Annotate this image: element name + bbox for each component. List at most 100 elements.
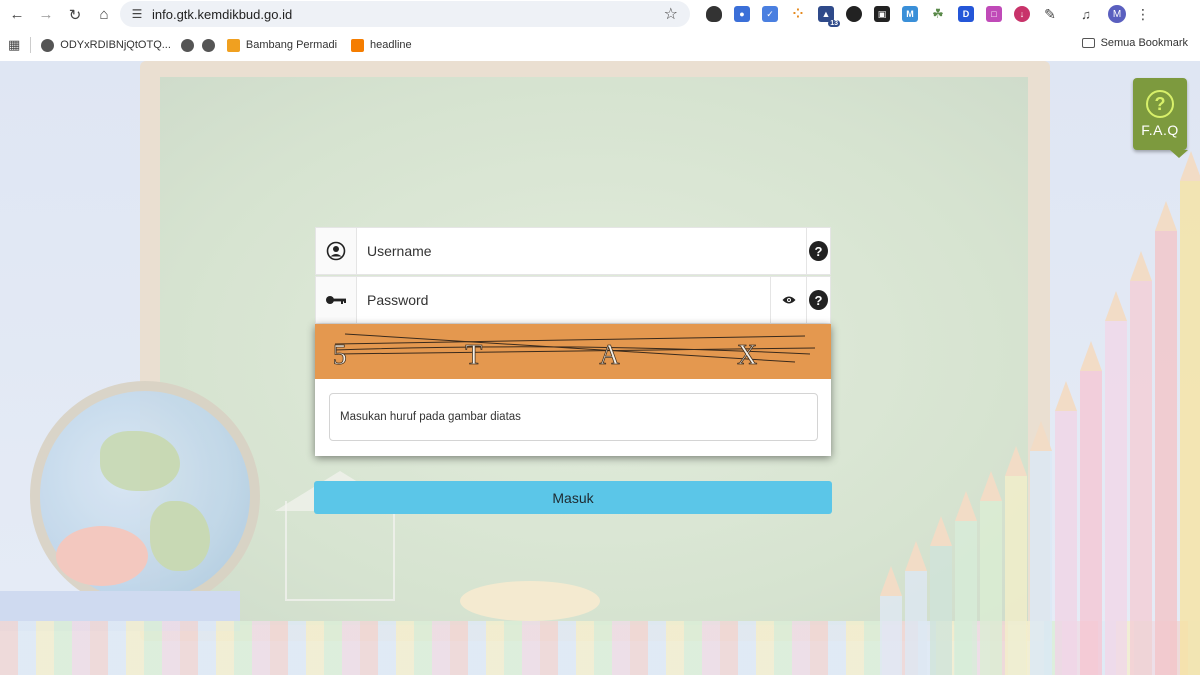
username-input[interactable] xyxy=(357,228,806,274)
folder-icon xyxy=(1081,38,1095,48)
bookmark-star-icon[interactable]: ☆ xyxy=(664,4,678,24)
extensions-row: ● ✓ ⁘ ▲ 13 ▣ M ☘ D □ ↓ ✎ ♫ M ⋮ xyxy=(700,2,1150,27)
extension-icon-orange[interactable] xyxy=(846,6,862,22)
bookmark-item-3[interactable] xyxy=(201,38,221,52)
all-bookmarks-label: Semua Bookmark xyxy=(1100,37,1188,49)
faq-tail xyxy=(1170,150,1188,158)
pencil-tip xyxy=(880,566,902,596)
pencil-body xyxy=(930,546,952,675)
browser-menu-icon[interactable]: ⋮ xyxy=(1136,6,1150,23)
pencil-tip xyxy=(930,516,952,546)
pencil-tip xyxy=(1055,381,1077,411)
pencil-illustration xyxy=(1030,421,1052,675)
extension-icon-d[interactable]: D xyxy=(958,6,974,22)
pencil-tip xyxy=(955,491,977,521)
media-control-icon[interactable]: ♫ xyxy=(1078,6,1094,22)
pencil-body xyxy=(1030,451,1052,675)
extension-icon-pink[interactable]: □ xyxy=(986,6,1002,22)
faq-button[interactable]: ? F.A.Q xyxy=(1133,78,1187,150)
wood-illustration xyxy=(460,581,600,621)
extensions-puzzle-icon[interactable]: ✎ xyxy=(1042,6,1058,22)
password-input[interactable] xyxy=(357,277,770,323)
bookmark-label: headline xyxy=(370,39,412,51)
globe-continent xyxy=(100,431,180,491)
bookmarks-bar: ▦ ODYxRDIBNjQtOTQ... Bambang Permadi hea… xyxy=(0,29,1200,61)
pencil-tip xyxy=(1155,201,1177,231)
toggle-password-visibility[interactable] xyxy=(770,277,806,323)
pencil-body xyxy=(880,596,902,675)
apps-grid-icon[interactable]: ▦ xyxy=(8,37,20,53)
pencil-body xyxy=(1055,411,1077,675)
username-help[interactable]: ? xyxy=(806,228,830,274)
pencil-body xyxy=(1005,476,1027,675)
url-text[interactable]: info.gtk.kemdikbud.go.id xyxy=(152,7,292,22)
all-bookmarks[interactable]: Semua Bookmark xyxy=(1081,37,1188,49)
pencil-body xyxy=(1155,231,1177,675)
pencil-illustration xyxy=(980,471,1002,675)
house-drawing xyxy=(285,501,395,601)
globe-continent xyxy=(150,501,210,571)
browser-toolbar: ← → ↻ ⌂ ☰ info.gtk.kemdikbud.go.id ☆ ● ✓… xyxy=(0,0,1200,29)
extension-icon-m[interactable]: M xyxy=(902,6,918,22)
bookmark-item-2[interactable] xyxy=(180,38,200,52)
pencil-tip xyxy=(1130,251,1152,281)
extension-icon-blue[interactable]: ● xyxy=(734,6,750,22)
bookmarks-separator xyxy=(30,37,32,53)
pencil-tip xyxy=(1080,341,1102,371)
password-help[interactable]: ? xyxy=(806,277,830,323)
pencil-body xyxy=(1080,371,1102,675)
globe-icon xyxy=(41,38,55,52)
captcha-text: 5 T A X xyxy=(333,340,813,371)
pencil-illustration xyxy=(1005,446,1027,675)
pencil-illustration xyxy=(930,516,952,675)
question-icon: ? xyxy=(809,241,828,261)
download-extension-icon[interactable]: ↓ xyxy=(1014,6,1030,22)
site-logo-icon xyxy=(226,38,240,52)
key-icon xyxy=(316,277,357,323)
rss-extension-icon[interactable]: ⁘ xyxy=(790,6,806,22)
forward-icon[interactable]: → xyxy=(34,3,58,27)
pencil-illustration xyxy=(955,491,977,675)
captcha-card: 5 T A X xyxy=(315,324,831,456)
bookmark-item-4[interactable]: Bambang Permadi xyxy=(226,38,338,52)
extension-icon-link[interactable]: ✓ xyxy=(762,6,778,22)
shield-extension-icon[interactable] xyxy=(706,6,722,22)
pencil-body xyxy=(1180,181,1200,675)
extension-icon-dark[interactable]: ▣ xyxy=(874,6,890,22)
bookmark-label: Bambang Permadi xyxy=(245,39,338,51)
user-icon xyxy=(316,228,357,274)
reload-icon[interactable]: ↻ xyxy=(63,3,87,27)
home-icon[interactable]: ⌂ xyxy=(92,3,116,27)
pencil-illustration xyxy=(1105,291,1127,675)
login-button[interactable]: Masuk xyxy=(314,481,832,514)
site-info-icon[interactable]: ☰ xyxy=(124,7,150,21)
pencil-illustration xyxy=(1180,151,1200,675)
pencil-tip xyxy=(1105,291,1127,321)
bookmark-item-1[interactable]: ODYxRDIBNjQtOTQ... xyxy=(41,38,171,52)
pencil-illustration xyxy=(880,566,902,675)
pencil-body xyxy=(1130,281,1152,675)
globe-icon xyxy=(180,38,194,52)
question-icon: ? xyxy=(809,290,828,310)
profile-avatar[interactable]: M xyxy=(1108,5,1126,23)
pencil-illustration xyxy=(1055,381,1077,675)
address-bar[interactable]: ☰ info.gtk.kemdikbud.go.id ☆ xyxy=(120,1,690,27)
extension-icon-turtle[interactable]: ☘ xyxy=(930,6,946,22)
extension-icon-badge[interactable]: ▲ 13 xyxy=(818,6,840,27)
pencil-tip xyxy=(905,541,927,571)
pencil-body xyxy=(955,521,977,675)
pencil-tip xyxy=(980,471,1002,501)
captcha-input[interactable] xyxy=(329,393,818,441)
pencil-illustration xyxy=(1080,341,1102,675)
pencil-illustration xyxy=(905,541,927,675)
extension-badge: 13 xyxy=(828,20,840,27)
pencil-body xyxy=(980,501,1002,675)
eye-icon xyxy=(782,296,795,304)
globe-icon xyxy=(201,38,215,52)
bookmark-label: ODYxRDIBNjQtOTQ... xyxy=(60,39,171,51)
password-row: ? xyxy=(315,276,831,324)
back-icon[interactable]: ← xyxy=(5,3,29,27)
pencil-illustration xyxy=(1130,251,1152,675)
bookmark-item-5[interactable]: headline xyxy=(351,38,412,52)
username-row: ? xyxy=(315,227,831,275)
